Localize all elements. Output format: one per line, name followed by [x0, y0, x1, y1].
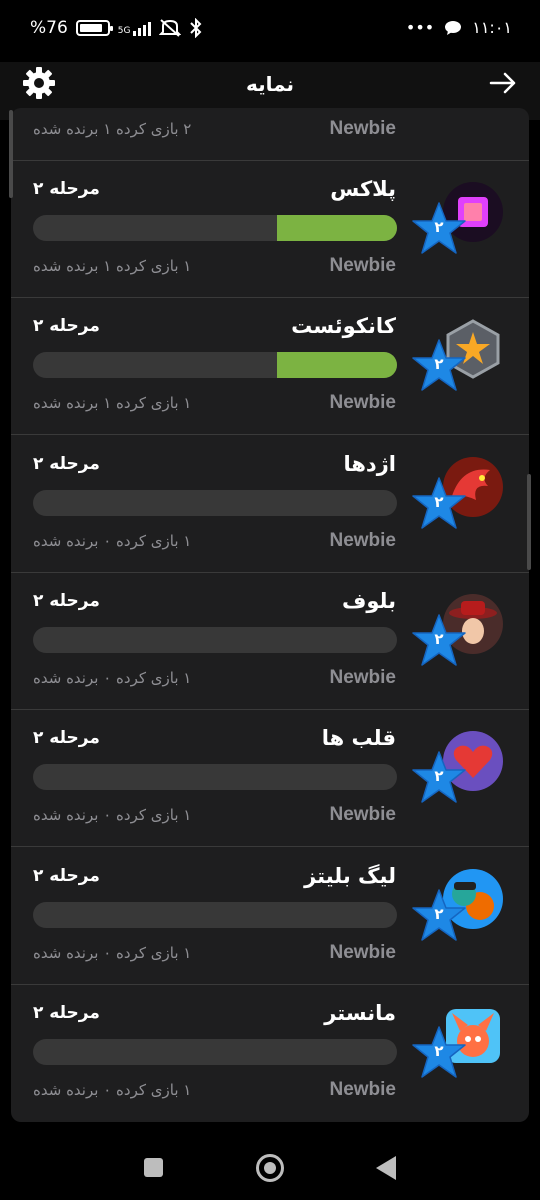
level-label: مرحله ۲	[33, 1002, 100, 1023]
star-level: ۲	[434, 904, 444, 923]
progress-bar	[33, 1038, 397, 1065]
rank-label: Newbie	[329, 804, 396, 826]
bluetooth-icon	[189, 18, 203, 38]
stats-label: ۱ بازی کرده ۰ برنده شده	[33, 531, 192, 550]
star-badge-icon: ۲	[411, 201, 467, 257]
recents-button[interactable]	[144, 1158, 163, 1177]
list-item[interactable]: ۲ کانکوئست مرحله ۲ Newbie ۱ بازی کرده ۱ برند…	[11, 298, 529, 436]
level-label: مرحله ۲	[33, 316, 100, 337]
arrow-right-icon[interactable]	[488, 68, 518, 98]
game-name: لیگ بلیتز	[304, 863, 396, 888]
battery-icon	[75, 20, 113, 36]
progress-fill	[276, 215, 397, 241]
star-badge-icon: ۲	[411, 750, 467, 806]
star-level: ۲	[434, 767, 444, 786]
star-badge-icon: ۲	[411, 613, 467, 669]
games-list: Newbie ۲ بازی کرده ۱ برنده شده ۲ پلاکس مرح…	[11, 108, 529, 1122]
stats-label: ۱ بازی کرده ۱ برنده شده	[33, 257, 192, 275]
star-badge-icon: ۲	[411, 1025, 467, 1081]
game-name: قلب ها	[321, 726, 396, 751]
rank-label: Newbie	[329, 941, 396, 963]
scrollbar[interactable]	[527, 474, 531, 570]
progress-bar	[33, 764, 397, 791]
rank-label: Newbie	[329, 392, 396, 414]
star-level: ۲	[434, 218, 444, 236]
list-item[interactable]: ۲ قلب ها مرحله ۲ Newbie ۱ بازی کرده ۰ برنده …	[11, 710, 529, 848]
list-item[interactable]: ۲ بلوف مرحله ۲ Newbie ۱ بازی کرده ۰ برنده شد…	[11, 573, 529, 710]
progress-bar	[33, 626, 397, 653]
scrollbar[interactable]	[9, 110, 13, 198]
list-item[interactable]: ۲ پلاکس مرحله ۲ Newbie ۱ بازی کرده ۱ برنده ش…	[11, 161, 529, 298]
stats-label: ۱ بازی کرده ۰ برنده شده	[33, 1080, 192, 1099]
game-name: مانستر	[324, 1000, 396, 1025]
clock: ۱۱:۰۱	[472, 18, 512, 37]
navigation-bar	[0, 1134, 540, 1200]
star-badge-icon: ۲	[411, 338, 467, 394]
stats-label: ۱ بازی کرده ۰ برنده شده	[33, 668, 192, 687]
star-level: ۲	[434, 492, 444, 511]
back-button[interactable]	[376, 1156, 396, 1180]
star-level: ۲	[434, 1041, 444, 1060]
network-type: 5G	[117, 26, 131, 36]
mute-icon	[158, 18, 181, 38]
game-name: پلاکس	[330, 177, 396, 201]
stats-label: ۱ بازی کرده ۱ برنده شده	[33, 394, 192, 413]
level-label: مرحله ۲	[33, 453, 100, 474]
list-item[interactable]: ۲ لیگ بلیتز مرحله ۲ Newbie ۱ بازی کرده ۰ برن…	[11, 848, 529, 985]
level-label: مرحله ۲	[33, 179, 100, 199]
home-button[interactable]	[256, 1154, 284, 1182]
star-badge-icon: ۲	[411, 476, 467, 532]
status-bar: %76 5G ••• ۱۱:۰۱	[0, 0, 540, 62]
stats-label: ۲ بازی کرده ۱ برنده شده	[33, 120, 192, 138]
signal-icon: 5G	[118, 20, 151, 36]
star-level: ۲	[434, 629, 444, 648]
rank-label: Newbie	[329, 529, 396, 551]
stats-label: ۱ بازی کرده ۰ برنده شده	[33, 943, 192, 962]
progress-fill	[276, 352, 397, 379]
level-label: مرحله ۲	[33, 590, 100, 611]
progress-bar	[33, 215, 397, 241]
progress-bar	[33, 901, 397, 928]
page-title: نمایه	[245, 72, 295, 96]
more-dots: •••	[405, 18, 435, 37]
game-name: اژدها	[343, 451, 396, 476]
level-label: مرحله ۲	[33, 865, 100, 886]
list-item[interactable]: ۲ مانستر مرحله ۲ Newbie ۱ بازی کرده ۰ برنده …	[11, 985, 529, 1122]
battery-percent: %76	[30, 18, 68, 38]
progress-bar	[33, 489, 397, 516]
rank-label: Newbie	[329, 1078, 396, 1100]
chat-icon	[444, 20, 462, 36]
game-name: کانکوئست	[291, 314, 396, 339]
rank-label: Newbie	[329, 666, 396, 688]
star-badge-icon: ۲	[411, 888, 467, 944]
list-item[interactable]: ۲ اژدها مرحله ۲ Newbie ۱ بازی کرده ۰ برنده ش…	[11, 436, 529, 573]
list-item[interactable]: Newbie ۲ بازی کرده ۱ برنده شده	[11, 108, 529, 161]
rank-label: Newbie	[329, 118, 396, 139]
game-name: بلوف	[341, 588, 396, 613]
level-label: مرحله ۲	[33, 728, 100, 749]
star-level: ۲	[434, 355, 444, 374]
progress-bar	[33, 352, 397, 379]
stats-label: ۱ بازی کرده ۰ برنده شده	[33, 806, 192, 825]
rank-label: Newbie	[329, 255, 396, 276]
